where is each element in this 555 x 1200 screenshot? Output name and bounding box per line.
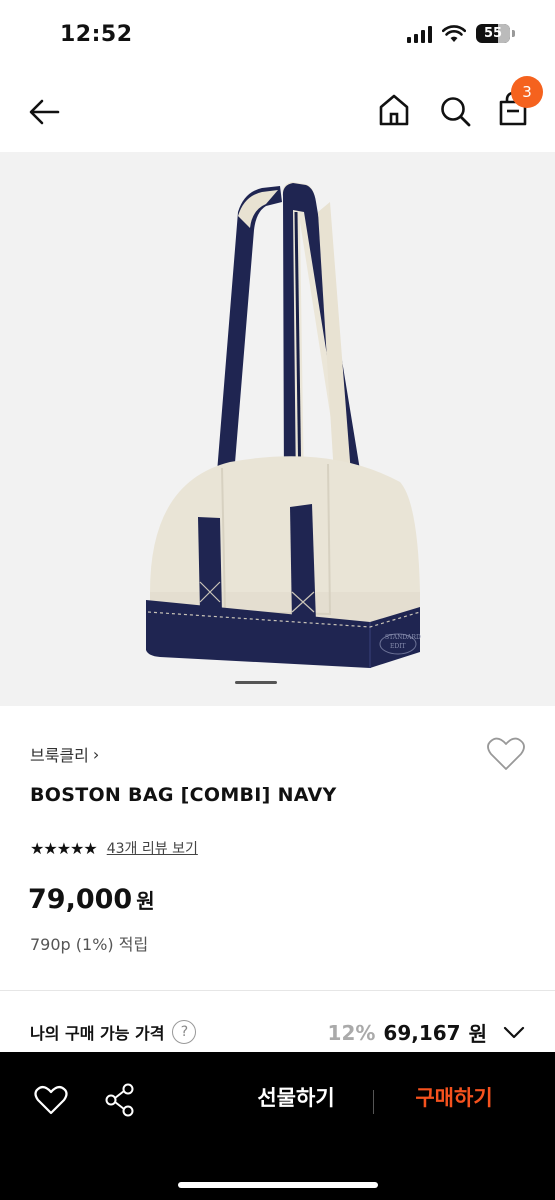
carousel-indicator bbox=[235, 681, 277, 684]
top-nav bbox=[0, 72, 555, 152]
cart-count-badge: 3 bbox=[511, 76, 543, 108]
chevron-right-icon: › bbox=[92, 744, 100, 764]
status-time: 12:52 bbox=[60, 22, 133, 47]
product-detail-screen: 12:52 55 3 STANDARD EDIT 브룩클리 › BOSTON B… bbox=[0, 0, 555, 1200]
reward-points: 790p (1%) 적립 bbox=[30, 935, 149, 954]
brand-link[interactable]: 브룩클리 › bbox=[30, 742, 99, 766]
product-price: 79,000 bbox=[28, 884, 133, 915]
buy-button[interactable]: 구매하기 bbox=[394, 1082, 514, 1112]
button-separator bbox=[373, 1090, 374, 1114]
svg-text:EDIT: EDIT bbox=[390, 643, 406, 650]
help-icon[interactable]: ? bbox=[172, 1020, 197, 1044]
rating-stars: ★★★★★ bbox=[30, 838, 98, 858]
discount-rate: 12% bbox=[327, 1020, 376, 1045]
status-icons: 55 bbox=[407, 24, 515, 43]
section-divider bbox=[0, 990, 555, 991]
my-price-currency: 원 bbox=[468, 1022, 487, 1046]
review-link[interactable]: 43개 리뷰 보기 bbox=[107, 838, 198, 858]
my-price-label-text: 나의 구매 가능 가격 bbox=[30, 1024, 165, 1043]
home-icon[interactable] bbox=[376, 90, 412, 130]
status-bar: 12:52 55 bbox=[0, 0, 555, 72]
product-photo: STANDARD EDIT bbox=[146, 182, 421, 668]
bag-logo-text: STANDARD bbox=[385, 634, 421, 641]
wifi-icon bbox=[442, 24, 466, 42]
my-price-label: 나의 구매 가능 가격 ? bbox=[30, 1020, 197, 1044]
my-price-value: 69,167 bbox=[383, 1020, 461, 1045]
brand-name: 브룩클리 bbox=[30, 746, 89, 765]
cellular-signal-icon bbox=[407, 25, 432, 43]
heart-icon[interactable] bbox=[34, 1084, 68, 1116]
chevron-down-icon bbox=[503, 1026, 525, 1038]
rating-row: ★★★★★ 43개 리뷰 보기 bbox=[30, 838, 198, 858]
bottom-action-bar: 선물하기 구매하기 bbox=[0, 1052, 555, 1200]
price-currency: 원 bbox=[136, 889, 155, 913]
battery-icon: 55 bbox=[476, 24, 510, 43]
share-icon[interactable] bbox=[104, 1082, 136, 1118]
battery-cap bbox=[512, 30, 515, 37]
home-indicator bbox=[178, 1182, 378, 1188]
battery-level: 55 bbox=[483, 26, 503, 41]
search-icon[interactable] bbox=[437, 90, 473, 130]
product-image-carousel[interactable]: STANDARD EDIT bbox=[0, 152, 555, 706]
product-name: BOSTON BAG [COMBI] NAVY bbox=[30, 784, 337, 806]
price-row: 79,000 원 bbox=[28, 884, 155, 915]
wishlist-heart-icon[interactable] bbox=[486, 736, 526, 772]
back-arrow-icon[interactable] bbox=[24, 92, 64, 132]
gift-button[interactable]: 선물하기 bbox=[236, 1082, 356, 1112]
my-price-toggle[interactable]: 12% 69,167 원 bbox=[328, 1018, 525, 1047]
